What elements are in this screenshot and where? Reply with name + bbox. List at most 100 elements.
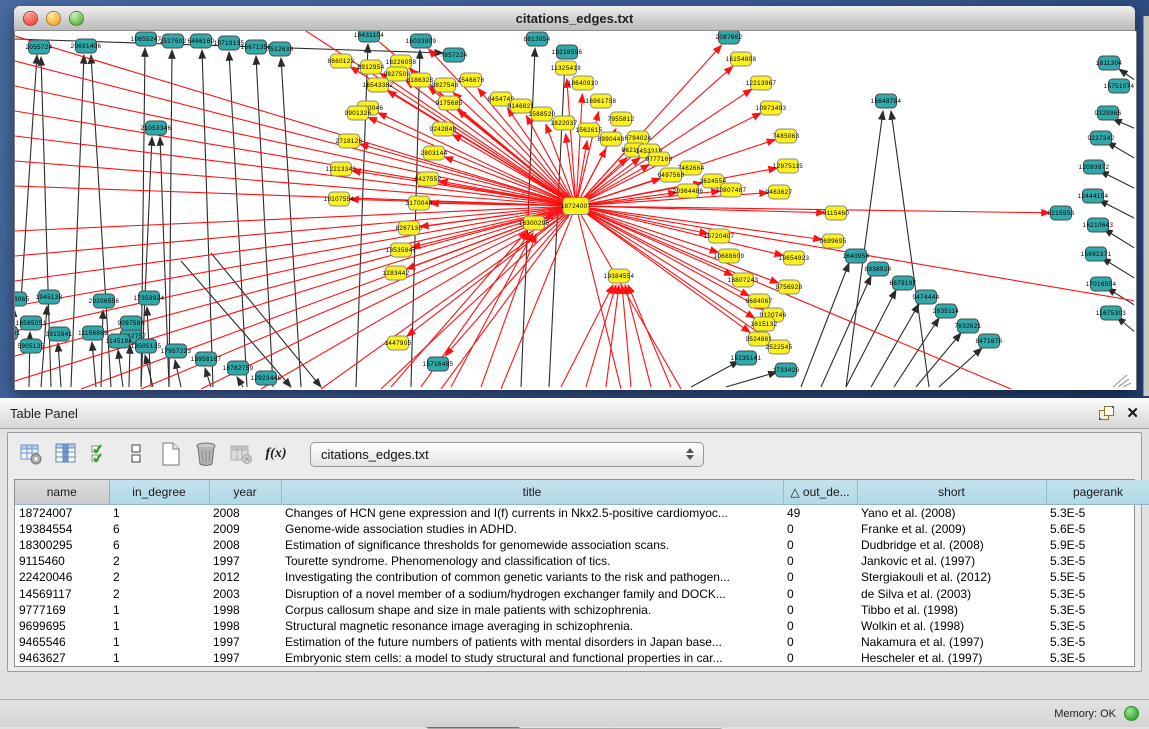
column-chooser-icon[interactable] [51, 439, 81, 469]
table-cell: 0 [783, 618, 857, 634]
table-cell: 49 [783, 505, 857, 522]
graph-node-label: 1733426 [773, 367, 800, 374]
graph-node-label: 15720407 [704, 233, 735, 240]
table-cell: 0 [783, 602, 857, 618]
table-row[interactable]: 1456911722003Disruption of a novel membe… [15, 585, 1149, 601]
graph-node-label: 9463627 [766, 189, 793, 196]
table-cell: 2008 [209, 505, 281, 522]
graph-node-label: 9474444 [913, 294, 940, 301]
table-cell: 0 [783, 537, 857, 553]
import-table-disabled-icon [226, 439, 256, 469]
network-canvas[interactable]: 1872400720557242069140610655247152760264… [15, 31, 1134, 390]
minimize-window-button[interactable] [46, 11, 61, 26]
graph-node-label: 2803144 [421, 150, 448, 157]
table-cell: 1 [109, 650, 209, 666]
graph-node-label: 12444154 [1078, 193, 1109, 200]
table-row[interactable]: 2242004622012Investigating the contribut… [15, 569, 1149, 585]
graph-node-label: 8938924 [865, 266, 892, 273]
graph-node-label: 12923446 [251, 375, 282, 382]
table-row[interactable]: 969969511998Structural magnetic resonanc… [15, 618, 1149, 634]
table-row[interactable]: 1938455462009Genome-wide association stu… [15, 521, 1149, 537]
table-cell: 9699695 [15, 618, 109, 634]
graph-node-label: 7632621 [955, 323, 982, 330]
graph-node-label: 9699695 [820, 238, 847, 245]
table-cell: 9465546 [15, 634, 109, 650]
float-panel-icon[interactable] [1099, 406, 1114, 420]
close-panel-icon[interactable]: ✕ [1126, 406, 1139, 421]
table-row[interactable]: 1830029562008Estimation of significance … [15, 537, 1149, 553]
table-row[interactable]: 1872400712008Changes of HCN gene express… [15, 505, 1149, 522]
network-graph-area[interactable]: 1872400720557242069140610655247152760264… [14, 31, 1137, 390]
table-panel-title: Table Panel [10, 406, 78, 421]
graph-node-label: 8471676 [976, 338, 1003, 345]
splitpane-grip[interactable]: ▲ [565, 390, 581, 398]
table-panel-body: f(x) citations_edges.txt namein_degreeye… [7, 432, 1142, 672]
graph-node-label: 2087662 [716, 34, 743, 41]
column-header-out_de[interactable]: △ out_de... [783, 480, 857, 505]
table-cell: de Silva et al. (2003) [857, 585, 1046, 601]
graph-node-label: 1447905 [385, 340, 412, 347]
status-bar: Memory: OK [0, 699, 1149, 727]
graph-node-label: 1527602 [160, 38, 187, 45]
table-panel-header: Table Panel ✕ [0, 398, 1149, 429]
table-row[interactable]: 977716911998Corpus callosum shape and si… [15, 602, 1149, 618]
table-cell: 2 [109, 585, 209, 601]
graph-node-label: 20206556 [89, 298, 120, 305]
graph-node-label: 2935114 [933, 308, 960, 315]
column-header-name[interactable]: name [15, 480, 109, 505]
table-row[interactable]: 946362711997Embryonic stem cells: a mode… [15, 650, 1149, 666]
graph-node-label: 13535847 [386, 247, 417, 254]
graph-node-label: 12213343 [326, 166, 357, 173]
delete-table-icon[interactable] [191, 439, 221, 469]
table-panel: Table Panel ✕ [0, 398, 1149, 727]
column-header-short[interactable]: short [857, 480, 1046, 505]
table-cell: 1997 [209, 634, 281, 650]
table-cell: 5.3E-5 [1046, 553, 1149, 569]
table-cell: 14569117 [15, 585, 109, 601]
graph-node-label: 8660123 [328, 58, 355, 65]
node-table-grid: namein_degreeyeartitle△ out_de...shortpa… [14, 479, 1135, 667]
graph-node-label: 9827548 [432, 82, 459, 89]
table-cell: 5.3E-5 [1046, 618, 1149, 634]
table-cell: 9115460 [15, 553, 109, 569]
new-table-icon[interactable] [156, 439, 186, 469]
graph-node-label: 8215953 [1048, 210, 1075, 217]
column-header-year[interactable]: year [209, 480, 281, 505]
network-window-title: citations_edges.txt [14, 11, 1135, 26]
graph-node-label: 6794024 [625, 135, 652, 142]
table-cell: Estimation of the future numbers of pati… [281, 634, 783, 650]
column-header-title[interactable]: title [281, 480, 783, 505]
table-select-dropdown[interactable]: citations_edges.txt [310, 442, 704, 467]
graph-node-label: 10688609 [714, 253, 745, 260]
close-window-button[interactable] [23, 11, 38, 26]
select-all-check-icon[interactable] [86, 439, 116, 469]
graph-node-label: 9175685 [436, 100, 463, 107]
network-window-titlebar[interactable]: citations_edges.txt [14, 6, 1135, 31]
column-header-pagerank[interactable]: pagerank [1046, 480, 1149, 505]
table-row[interactable]: 911546021997Tourette syndrome. Phenomeno… [15, 553, 1149, 569]
table-cell: 5.3E-5 [1046, 585, 1149, 601]
table-cell: Estimation of significance thresholds fo… [281, 537, 783, 553]
table-cell: 0 [783, 650, 857, 666]
merge-rows-icon[interactable] [121, 439, 151, 469]
memory-status-indicator[interactable] [1124, 706, 1139, 721]
table-cell: 5.3E-5 [1046, 634, 1149, 650]
graph-node-label: 6466160 [188, 38, 215, 45]
network-view-window[interactable]: citations_edges.txt 18724007205572420691… [14, 6, 1135, 390]
table-cell: Wolkin et al. (1998) [857, 618, 1046, 634]
table-cell: Dudbridge et al. (2008) [857, 537, 1046, 553]
graph-node-label: 1588520 [529, 111, 556, 118]
function-builder-icon[interactable]: f(x) [261, 439, 291, 469]
graph-node-label: 19218596 [552, 49, 583, 56]
node-table[interactable]: namein_degreeyeartitle△ out_de...shortpa… [15, 480, 1149, 666]
graph-node-label: 1546876 [458, 77, 485, 84]
table-settings-icon[interactable] [16, 439, 46, 469]
table-cell: Stergiakouli et al. (2012) [857, 569, 1046, 585]
table-row[interactable]: 946554611997Estimation of the future num… [15, 634, 1149, 650]
zoom-window-button[interactable] [69, 11, 84, 26]
table-toolbar: f(x) citations_edges.txt [8, 433, 1141, 475]
table-cell: Yano et al. (2008) [857, 505, 1046, 522]
graph-node-label: 1822037 [551, 120, 578, 127]
table-cell: 0 [783, 585, 857, 601]
column-header-in_degree[interactable]: in_degree [109, 480, 209, 505]
